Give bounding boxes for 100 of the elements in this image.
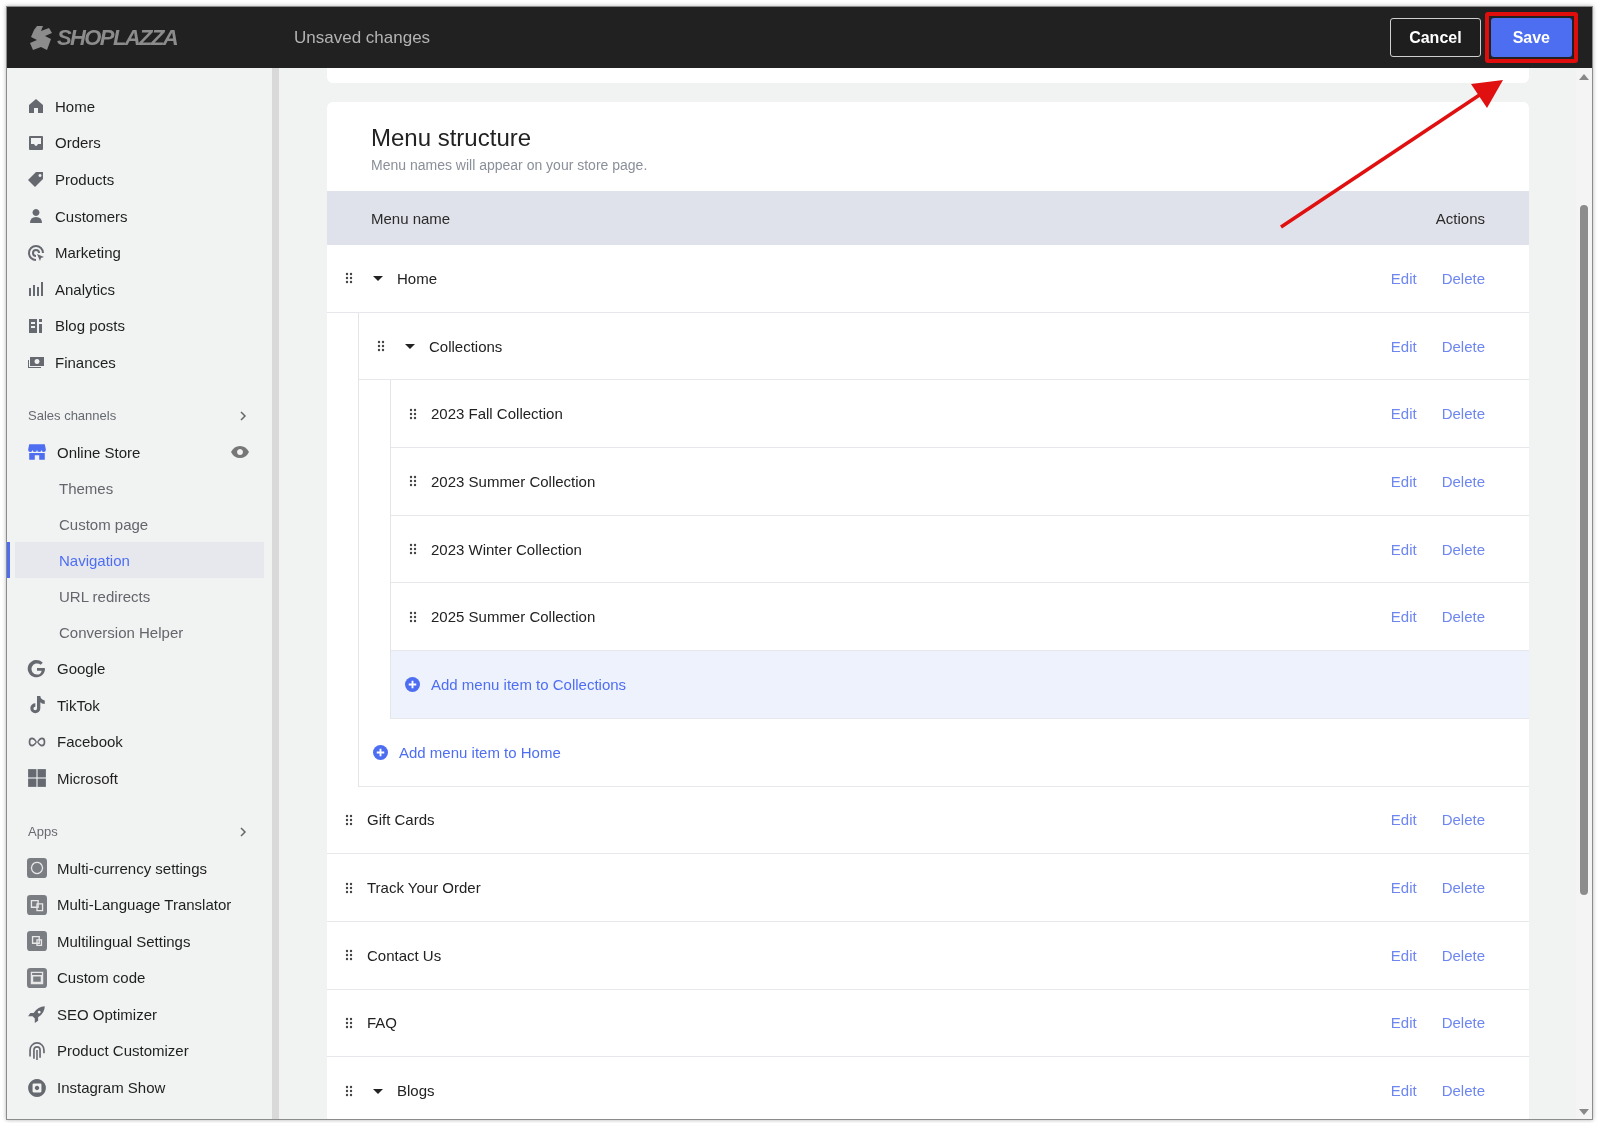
music-note-icon — [27, 695, 47, 716]
nav-item[interactable]: SEO Optimizer — [15, 996, 264, 1033]
scroll-down-icon[interactable] — [1579, 1109, 1589, 1115]
menu-item-name: FAQ — [367, 1014, 398, 1032]
menu-item-name: 2023 Summer Collection — [431, 472, 597, 490]
delete-link[interactable]: Delete — [1441, 811, 1485, 829]
target-icon — [27, 243, 45, 262]
drag-handle-icon[interactable] — [409, 610, 417, 623]
menu-item-name: Collections — [429, 337, 504, 355]
drag-handle-icon[interactable] — [345, 1084, 353, 1097]
menu-item-name: Home — [397, 269, 438, 287]
nav-subitem[interactable]: Navigation — [7, 542, 264, 579]
camera-icon — [27, 1077, 47, 1098]
edit-link[interactable]: Edit — [1390, 608, 1417, 626]
add-menu-item-link[interactable]: Add menu item to Home — [399, 743, 561, 761]
nav-item[interactable]: Blog posts — [15, 307, 264, 345]
chevron-right-icon[interactable] — [238, 826, 248, 837]
nav-item[interactable]: Multi-Language Translator — [15, 886, 264, 923]
drag-handle-icon[interactable] — [345, 949, 353, 962]
nav-item[interactable]: Online Store — [15, 433, 264, 471]
nav-item[interactable]: Marketing — [15, 234, 264, 271]
delete-link[interactable]: Delete — [1441, 1014, 1485, 1032]
delete-link[interactable]: Delete — [1441, 946, 1485, 964]
eye-icon[interactable] — [230, 445, 250, 460]
nav-item[interactable]: Product Customizer — [15, 1032, 264, 1070]
edit-link[interactable]: Edit — [1390, 811, 1417, 829]
nav-item[interactable]: Home — [15, 88, 264, 125]
nav-subitem[interactable]: Custom page — [15, 506, 264, 543]
drag-handle-icon[interactable] — [409, 407, 417, 420]
inbox-icon — [27, 133, 45, 152]
nav-item[interactable]: Analytics — [15, 270, 264, 308]
scroll-up-icon[interactable] — [1579, 74, 1589, 80]
delete-link[interactable]: Delete — [1441, 879, 1485, 897]
logo-icon — [29, 24, 53, 51]
nav-item[interactable]: Custom code — [15, 959, 264, 997]
add-circle-icon — [405, 676, 420, 692]
delete-link[interactable]: Delete — [1441, 269, 1485, 287]
nav-item[interactable]: Finances — [15, 344, 264, 381]
edit-link[interactable]: Edit — [1390, 405, 1417, 423]
logo-text: SHOPLAZZA — [57, 24, 178, 51]
menu-item-name: 2023 Winter Collection — [431, 540, 583, 558]
caret-down-icon[interactable] — [373, 273, 383, 284]
document-icon — [27, 316, 45, 335]
edit-link[interactable]: Edit — [1390, 540, 1417, 558]
drag-handle-icon[interactable] — [345, 1016, 353, 1029]
fingerprint-icon — [27, 1041, 47, 1061]
windows-grid-icon — [27, 768, 47, 789]
nav-item[interactable]: TikTok — [15, 686, 264, 724]
delete-link[interactable]: Delete — [1441, 405, 1485, 423]
bar-chart-icon — [27, 280, 45, 299]
add-menu-item-link[interactable]: Add menu item to Collections — [431, 675, 627, 693]
menu-item-name: 2025 Summer Collection — [431, 608, 597, 626]
edit-link[interactable]: Edit — [1390, 1082, 1417, 1100]
chevron-right-icon[interactable] — [238, 410, 248, 421]
nav-item[interactable]: Facebook — [15, 723, 264, 761]
delete-link[interactable]: Delete — [1441, 540, 1485, 558]
menu-item-name: Track Your Order — [367, 879, 482, 897]
nav-subitem[interactable]: Themes — [15, 470, 264, 507]
currency-app-icon — [27, 858, 47, 878]
language-app-icon — [27, 931, 47, 952]
nav-item[interactable]: Google — [15, 650, 264, 687]
drag-handle-icon[interactable] — [345, 813, 353, 826]
home-icon — [27, 97, 45, 116]
drag-handle-icon[interactable] — [377, 340, 385, 353]
menu-item-name: Blogs — [397, 1082, 436, 1100]
edit-link[interactable]: Edit — [1390, 1014, 1417, 1032]
nav-subitem[interactable]: Conversion Helper — [15, 614, 264, 651]
drag-handle-icon[interactable] — [409, 475, 417, 488]
menu-item-name: Gift Cards — [367, 811, 436, 829]
nav-item[interactable]: Customers — [15, 197, 264, 235]
nav-item[interactable]: Multi-currency settings — [15, 849, 264, 887]
nav-item[interactable]: Orders — [15, 124, 264, 162]
edit-link[interactable]: Edit — [1390, 879, 1417, 897]
column-header: Actions — [1435, 209, 1485, 227]
cancel-button[interactable]: Cancel — [1390, 18, 1481, 57]
drag-handle-icon[interactable] — [345, 881, 353, 894]
nav-item[interactable]: Instagram Show — [15, 1069, 264, 1106]
nav-item[interactable]: Products — [15, 161, 264, 198]
delete-link[interactable]: Delete — [1441, 1082, 1485, 1100]
menu-item-name: 2023 Fall Collection — [431, 405, 564, 423]
delete-link[interactable]: Delete — [1441, 472, 1485, 490]
caret-down-icon[interactable] — [405, 341, 415, 352]
edit-link[interactable]: Edit — [1390, 269, 1417, 287]
person-icon — [27, 207, 45, 226]
delete-link[interactable]: Delete — [1441, 337, 1485, 355]
drag-handle-icon[interactable] — [345, 272, 353, 285]
edit-link[interactable]: Edit — [1390, 946, 1417, 964]
drag-handle-icon[interactable] — [409, 543, 417, 556]
section-title: Apps — [28, 824, 58, 840]
nav-subitem[interactable]: URL redirects — [15, 578, 264, 615]
save-button[interactable]: Save — [1490, 18, 1572, 57]
edit-link[interactable]: Edit — [1390, 472, 1417, 490]
section-title: Sales channels — [28, 408, 117, 424]
delete-link[interactable]: Delete — [1441, 608, 1485, 626]
edit-link[interactable]: Edit — [1390, 337, 1417, 355]
tag-icon — [27, 170, 45, 189]
nav-item[interactable]: Multilingual Settings — [15, 922, 264, 960]
code-app-icon — [27, 967, 47, 988]
nav-item[interactable]: Microsoft — [15, 760, 264, 797]
translate-app-icon — [27, 894, 47, 915]
